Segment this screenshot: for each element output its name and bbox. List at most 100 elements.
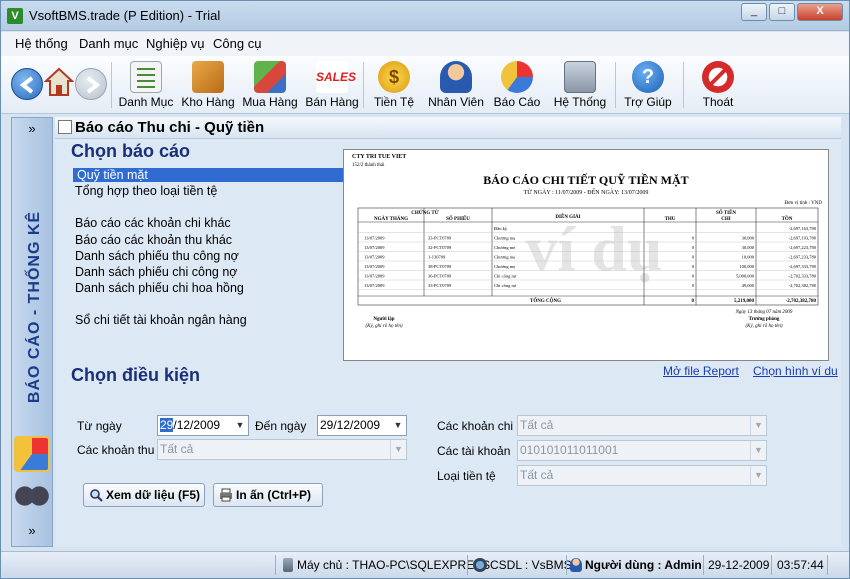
sidebar-collapse-button[interactable]: » bbox=[12, 118, 52, 140]
report-item[interactable]: Danh sách phiếu thu công nợ bbox=[75, 249, 239, 263]
help-icon: ? bbox=[632, 61, 664, 93]
title-bar: V VsoftBMS.trade (P Edition) - Trial _ □… bbox=[1, 1, 849, 31]
toolbar-mua-hang[interactable]: Mua Hàng bbox=[241, 58, 299, 112]
status-separator bbox=[275, 555, 276, 575]
toolbar-nhan-vien[interactable]: Nhân Viên bbox=[425, 58, 487, 112]
preview-address: 152/2 thành thái bbox=[352, 163, 385, 168]
preview-header: TỒN bbox=[782, 216, 793, 222]
toolbar-kho-hang[interactable]: Kho Hàng bbox=[179, 58, 237, 112]
toolbar-danh-muc[interactable]: Danh Mục bbox=[117, 58, 175, 112]
account-select[interactable]: 010101011011001 ▼ bbox=[517, 440, 767, 461]
sales-icon: SALES bbox=[316, 61, 356, 93]
preview-company: CTY TRI TUE VIET bbox=[352, 154, 406, 160]
person-icon bbox=[440, 61, 472, 93]
report-item[interactable]: Sổ chi tiết tài khoản ngân hàng bbox=[75, 313, 247, 327]
preview-cell-chi: 49,000 bbox=[742, 283, 755, 289]
toolbar-tien-te[interactable]: $ Tiền Tệ bbox=[367, 58, 421, 112]
preview-cell-date: 13/07/2009 bbox=[364, 245, 385, 250]
account-label: Các tài khoản bbox=[437, 444, 511, 458]
toolbar-label: Danh Mục bbox=[118, 95, 174, 109]
report-chart-icon[interactable] bbox=[14, 436, 50, 472]
preview-watermark: ví dụ bbox=[526, 213, 663, 284]
preview-cell-chi: 100,000 bbox=[739, 264, 754, 270]
from-date-picker[interactable]: 29/12/2009 ▼ bbox=[157, 415, 249, 436]
back-icon[interactable] bbox=[11, 68, 43, 100]
preview-header: CHỨNG TỪ bbox=[411, 210, 438, 216]
menu-danh-muc[interactable]: Danh mục bbox=[79, 36, 138, 51]
report-item[interactable]: Báo cáo các khoản thu khác bbox=[75, 233, 232, 247]
chevron-down-icon[interactable]: ▼ bbox=[750, 416, 766, 435]
toolbar-label: Báo Cáo bbox=[493, 95, 541, 109]
preview-cell-no: 32-PCT0709 bbox=[428, 245, 452, 250]
preview-title: BÁO CÁO CHI TIẾT QUỸ TIỀN MẶT bbox=[483, 172, 688, 187]
preview-unit: Đơn vị tính : VND bbox=[784, 201, 822, 206]
toolbar-thoat[interactable]: Thoát bbox=[691, 58, 745, 112]
minimize-button[interactable]: _ bbox=[741, 3, 767, 21]
print-button[interactable]: In ấn (Ctrl+P) bbox=[213, 483, 323, 507]
expense-label: Các khoản chi bbox=[437, 419, 514, 433]
toolbar-tro-giup[interactable]: ? Trợ Giúp bbox=[621, 58, 675, 112]
preview-cell-ton: -2,702,333,780 bbox=[789, 274, 817, 280]
preview-left-sign: Người lập bbox=[373, 317, 394, 322]
preview-header: DIỄN GIẢI bbox=[555, 214, 580, 220]
preview-cell-thu: 0 bbox=[692, 245, 695, 250]
chevron-down-icon[interactable]: ▼ bbox=[390, 416, 406, 435]
status-separator bbox=[771, 555, 772, 575]
currency-select[interactable]: Tất cả ▼ bbox=[517, 465, 767, 486]
menu-nghiep-vu[interactable]: Nghiệp vụ bbox=[146, 36, 205, 51]
menu-cong-cu[interactable]: Công cụ bbox=[213, 36, 261, 51]
preview-total-label: TỔNG CỘNG bbox=[530, 298, 561, 304]
close-button[interactable]: X bbox=[797, 3, 843, 21]
report-item[interactable]: Báo cáo các khoản chi khác bbox=[75, 216, 231, 230]
chevron-down-icon[interactable]: ▼ bbox=[390, 440, 406, 459]
toolbar-bao-cao[interactable]: Báo Cáo bbox=[491, 58, 543, 112]
report-item[interactable]: Danh sách phiếu chi hoa hồng bbox=[75, 281, 244, 295]
preview-cell-thu: 0 bbox=[692, 236, 695, 241]
from-date-label: Từ ngày bbox=[77, 419, 122, 433]
panel-header: Báo cáo Thu chi - Quỹ tiền bbox=[55, 117, 841, 139]
chevron-down-icon[interactable]: ▼ bbox=[750, 466, 766, 485]
preview-cell-thu: 0 bbox=[692, 283, 695, 288]
forward-icon[interactable] bbox=[75, 68, 107, 100]
report-item-selected[interactable]: Quỹ tiền mặt bbox=[73, 168, 345, 182]
open-report-link[interactable]: Mở file Report bbox=[663, 364, 739, 378]
preview-cell-date: 13/07/2009 bbox=[364, 264, 385, 269]
toolbar-label: Bán Hàng bbox=[305, 95, 359, 109]
income-select[interactable]: Tất cả ▼ bbox=[157, 439, 407, 460]
toolbar-label: Trợ Giúp bbox=[624, 95, 672, 109]
to-date-picker[interactable]: 29/12/2009 ▼ bbox=[317, 415, 407, 436]
to-date-value: 29/12/2009 bbox=[320, 418, 381, 432]
home-icon[interactable] bbox=[43, 66, 75, 98]
view-data-button[interactable]: Xem dữ liệu (F5) bbox=[83, 483, 205, 507]
toolbar-he-thong[interactable]: Hệ Thống bbox=[551, 58, 609, 112]
preview-cell-desc: Chương mẹ bbox=[494, 264, 515, 269]
preview-cell-desc: Chi công nợ bbox=[494, 283, 517, 288]
choose-image-link[interactable]: Chọn hình ví du bbox=[753, 364, 838, 378]
report-item[interactable]: Tổng hợp theo loại tiền tệ bbox=[75, 184, 217, 198]
account-value: 010101011011001 bbox=[520, 443, 619, 457]
chevron-down-icon[interactable]: ▼ bbox=[232, 416, 248, 435]
preview-cell-chi: 10,000 bbox=[742, 255, 755, 261]
report-item[interactable]: Danh sách phiếu chi công nợ bbox=[75, 265, 237, 279]
maximize-button[interactable]: □ bbox=[769, 3, 795, 21]
preview-total-value: 5,219,000 bbox=[734, 299, 755, 304]
toolbar-label: Hệ Thống bbox=[553, 95, 607, 109]
preview-cell-desc: Chương mẹ bbox=[494, 255, 515, 260]
chart-icon bbox=[501, 61, 533, 93]
toolbar-label: Kho Hàng bbox=[181, 95, 235, 109]
binoculars-icon[interactable] bbox=[14, 478, 50, 514]
preview-cell-no: 1-130709 bbox=[428, 255, 446, 260]
toolbar-ban-hang[interactable]: SALES Bán Hàng bbox=[303, 58, 361, 112]
menu-he-thong[interactable]: Hệ thống bbox=[15, 36, 68, 51]
preview-cell-desc: Đầu kỳ bbox=[494, 226, 508, 231]
chevron-down-icon[interactable]: ▼ bbox=[750, 441, 766, 460]
expense-select[interactable]: Tất cả ▼ bbox=[517, 415, 767, 436]
search-icon bbox=[90, 489, 103, 502]
sidebar-expand-button[interactable]: » bbox=[12, 520, 52, 542]
sidebar-vertical-label: BÁO CÁO - THỐNG KÊ bbox=[26, 210, 43, 404]
preview-header: CHI bbox=[721, 217, 731, 222]
toolbar-separator bbox=[615, 62, 616, 108]
preview-cell-date: 13/07/2009 bbox=[364, 283, 385, 288]
preview-cell-ton: -2,702,382,780 bbox=[789, 283, 817, 289]
status-separator bbox=[566, 555, 567, 575]
